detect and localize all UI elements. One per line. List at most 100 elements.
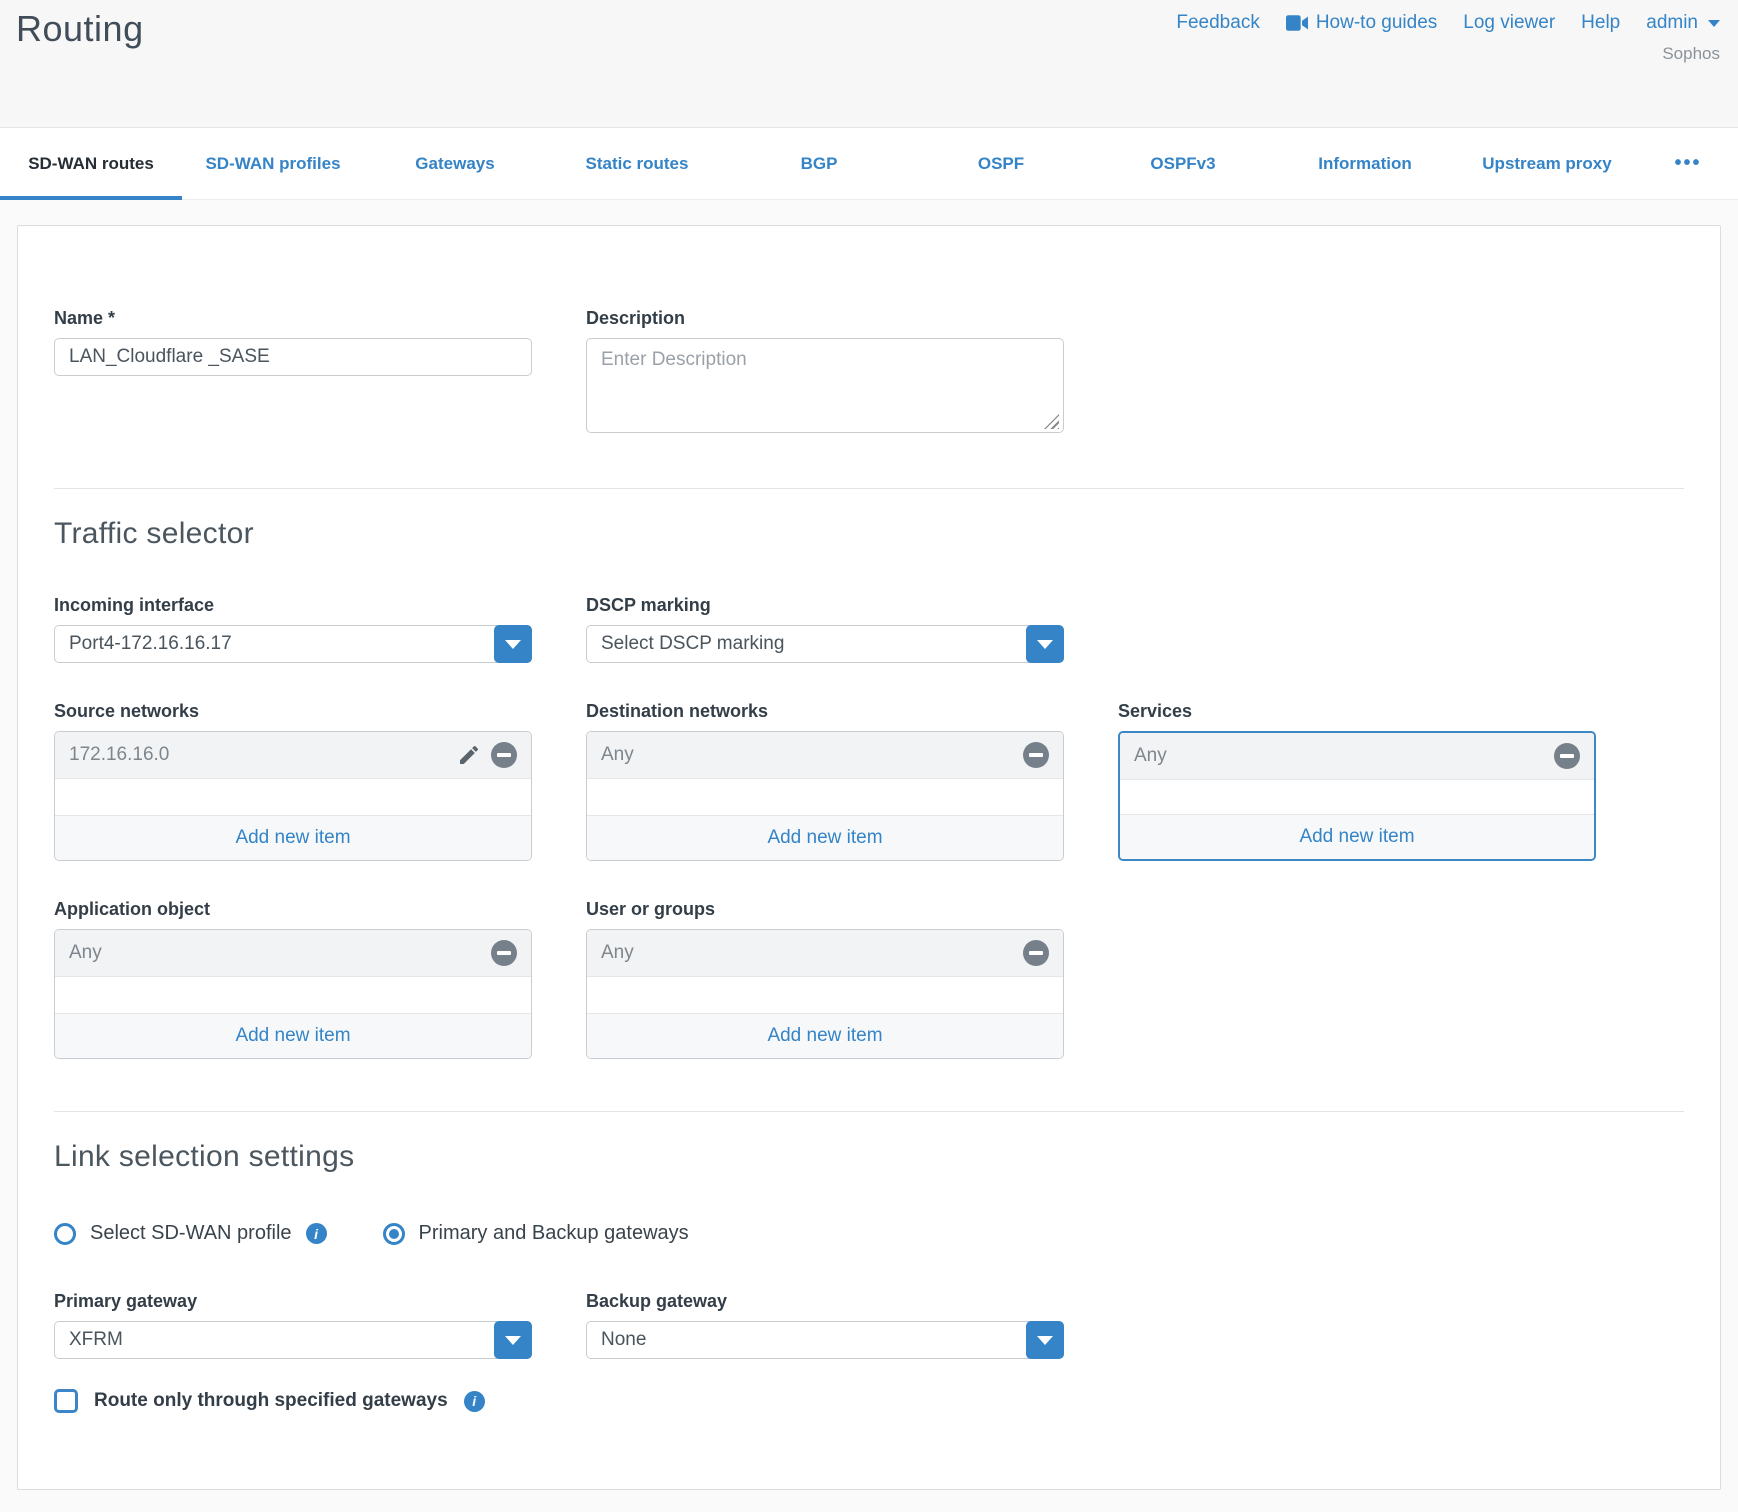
video-camera-icon: [1286, 15, 1308, 31]
feedback-link[interactable]: Feedback: [1176, 12, 1259, 34]
incoming-interface-dropdown-button[interactable]: [494, 625, 532, 663]
dropdown-arrow-icon: [505, 640, 521, 649]
section-divider: [54, 1111, 1684, 1112]
list-spacer: [55, 977, 531, 1013]
destination-network-item: Any: [601, 744, 1023, 766]
remove-item-icon[interactable]: [1023, 742, 1049, 768]
route-only-label: Route only through specified gateways: [94, 1390, 448, 1412]
sdwan-route-form-card: Name * Description Traffic selector Inco…: [17, 225, 1721, 1490]
user-or-groups-item: Any: [601, 942, 1023, 964]
radio-sdwan-profile-label: Select SD-WAN profile: [90, 1222, 292, 1245]
services-group: Services Any Add new item: [1118, 701, 1596, 861]
radio-button-icon[interactable]: [54, 1223, 76, 1245]
link-selection-heading: Link selection settings: [54, 1140, 1684, 1174]
backup-gateway-value: None: [586, 1321, 1064, 1359]
incoming-interface-value: Port4-172.16.16.17: [54, 625, 532, 663]
dropdown-arrow-icon: [1037, 1336, 1053, 1345]
page-title: Routing: [16, 8, 144, 50]
dropdown-arrow-icon: [1037, 640, 1053, 649]
primary-gateway-label: Primary gateway: [54, 1291, 532, 1312]
tab-static-routes[interactable]: Static routes: [546, 128, 728, 199]
backup-gateway-dropdown-button[interactable]: [1026, 1321, 1064, 1359]
howto-guides-label: How-to guides: [1316, 12, 1437, 34]
log-viewer-label: Log viewer: [1463, 12, 1555, 34]
backup-gateway-group: Backup gateway None: [586, 1291, 1064, 1359]
howto-guides-link[interactable]: How-to guides: [1286, 12, 1437, 34]
user-or-groups-add-button[interactable]: Add new item: [587, 1013, 1063, 1058]
section-divider: [54, 488, 1684, 489]
dscp-marking-dropdown-button[interactable]: [1026, 625, 1064, 663]
application-object-label: Application object: [54, 899, 532, 920]
dropdown-arrow-icon: [505, 1336, 521, 1345]
info-icon[interactable]: i: [306, 1223, 327, 1244]
primary-gateway-value: XFRM: [54, 1321, 532, 1359]
chevron-down-icon: [1708, 20, 1720, 27]
tab-upstream-proxy[interactable]: Upstream proxy: [1456, 128, 1638, 199]
application-object-add-button[interactable]: Add new item: [55, 1013, 531, 1058]
list-spacer: [1120, 780, 1594, 814]
remove-item-icon[interactable]: [491, 742, 517, 768]
destination-networks-label: Destination networks: [586, 701, 1064, 722]
page-header: Routing Feedback How-to guides Log viewe…: [0, 0, 1738, 127]
source-networks-box: 172.16.16.0 Add new item: [54, 731, 532, 861]
primary-gateway-group: Primary gateway XFRM: [54, 1291, 532, 1359]
primary-gateway-dropdown-button[interactable]: [494, 1321, 532, 1359]
tab-sdwan-profiles[interactable]: SD-WAN profiles: [182, 128, 364, 199]
list-item: 172.16.16.0: [55, 732, 531, 779]
content-area: Name * Description Traffic selector Inco…: [0, 200, 1738, 1490]
edit-pencil-icon[interactable]: [457, 743, 481, 767]
remove-item-icon[interactable]: [491, 940, 517, 966]
description-textarea[interactable]: [586, 338, 1064, 433]
services-box: Any Add new item: [1118, 731, 1596, 861]
source-networks-group: Source networks 172.16.16.0 Add new item: [54, 701, 532, 861]
primary-gateway-select[interactable]: XFRM: [54, 1321, 532, 1359]
tab-ospfv3[interactable]: OSPFv3: [1092, 128, 1274, 199]
name-field-group: Name *: [54, 308, 532, 376]
admin-label: admin: [1646, 12, 1698, 34]
remove-item-icon[interactable]: [1554, 743, 1580, 769]
tab-ospf[interactable]: OSPF: [910, 128, 1092, 199]
destination-networks-add-button[interactable]: Add new item: [587, 815, 1063, 860]
list-spacer: [587, 977, 1063, 1013]
source-networks-add-button[interactable]: Add new item: [55, 815, 531, 860]
help-label: Help: [1581, 12, 1620, 34]
destination-networks-group: Destination networks Any Add new item: [586, 701, 1064, 861]
dscp-marking-select[interactable]: Select DSCP marking: [586, 625, 1064, 663]
source-networks-label: Source networks: [54, 701, 532, 722]
log-viewer-link[interactable]: Log viewer: [1463, 12, 1555, 34]
backup-gateway-select[interactable]: None: [586, 1321, 1064, 1359]
dscp-marking-label: DSCP marking: [586, 595, 1064, 616]
info-icon[interactable]: i: [464, 1391, 485, 1412]
name-input[interactable]: [54, 338, 532, 376]
routing-tabbar: SD-WAN routes SD-WAN profiles Gateways S…: [0, 127, 1738, 200]
tab-bgp[interactable]: BGP: [728, 128, 910, 199]
list-item: Any: [587, 732, 1063, 779]
radio-primary-backup-gateways[interactable]: Primary and Backup gateways: [383, 1222, 689, 1245]
service-item: Any: [1134, 745, 1554, 767]
name-label: Name *: [54, 308, 532, 329]
help-link[interactable]: Help: [1581, 12, 1620, 34]
application-object-group: Application object Any Add new item: [54, 899, 532, 1059]
radio-button-selected-icon[interactable]: [383, 1223, 405, 1245]
tab-sdwan-routes[interactable]: SD-WAN routes: [0, 128, 182, 199]
list-spacer: [55, 779, 531, 815]
admin-menu[interactable]: admin: [1646, 12, 1720, 34]
user-or-groups-box: Any Add new item: [586, 929, 1064, 1059]
radio-select-sdwan-profile[interactable]: Select SD-WAN profile i: [54, 1222, 327, 1245]
destination-networks-box: Any Add new item: [586, 731, 1064, 861]
route-only-checkbox[interactable]: [54, 1389, 78, 1413]
incoming-interface-select[interactable]: Port4-172.16.16.17: [54, 625, 532, 663]
description-field-group: Description: [586, 308, 1064, 438]
traffic-selector-heading: Traffic selector: [54, 517, 1684, 551]
list-item: Any: [1120, 733, 1594, 780]
feedback-label: Feedback: [1176, 12, 1259, 34]
user-or-groups-label: User or groups: [586, 899, 1064, 920]
tab-information[interactable]: Information: [1274, 128, 1456, 199]
radio-primary-backup-label: Primary and Backup gateways: [419, 1222, 689, 1245]
top-nav: Feedback How-to guides Log viewer Help a…: [1176, 12, 1720, 34]
remove-item-icon[interactable]: [1023, 940, 1049, 966]
list-item: Any: [587, 930, 1063, 977]
tab-gateways[interactable]: Gateways: [364, 128, 546, 199]
services-add-button[interactable]: Add new item: [1120, 814, 1594, 859]
tabs-overflow-button[interactable]: •••: [1638, 128, 1738, 199]
